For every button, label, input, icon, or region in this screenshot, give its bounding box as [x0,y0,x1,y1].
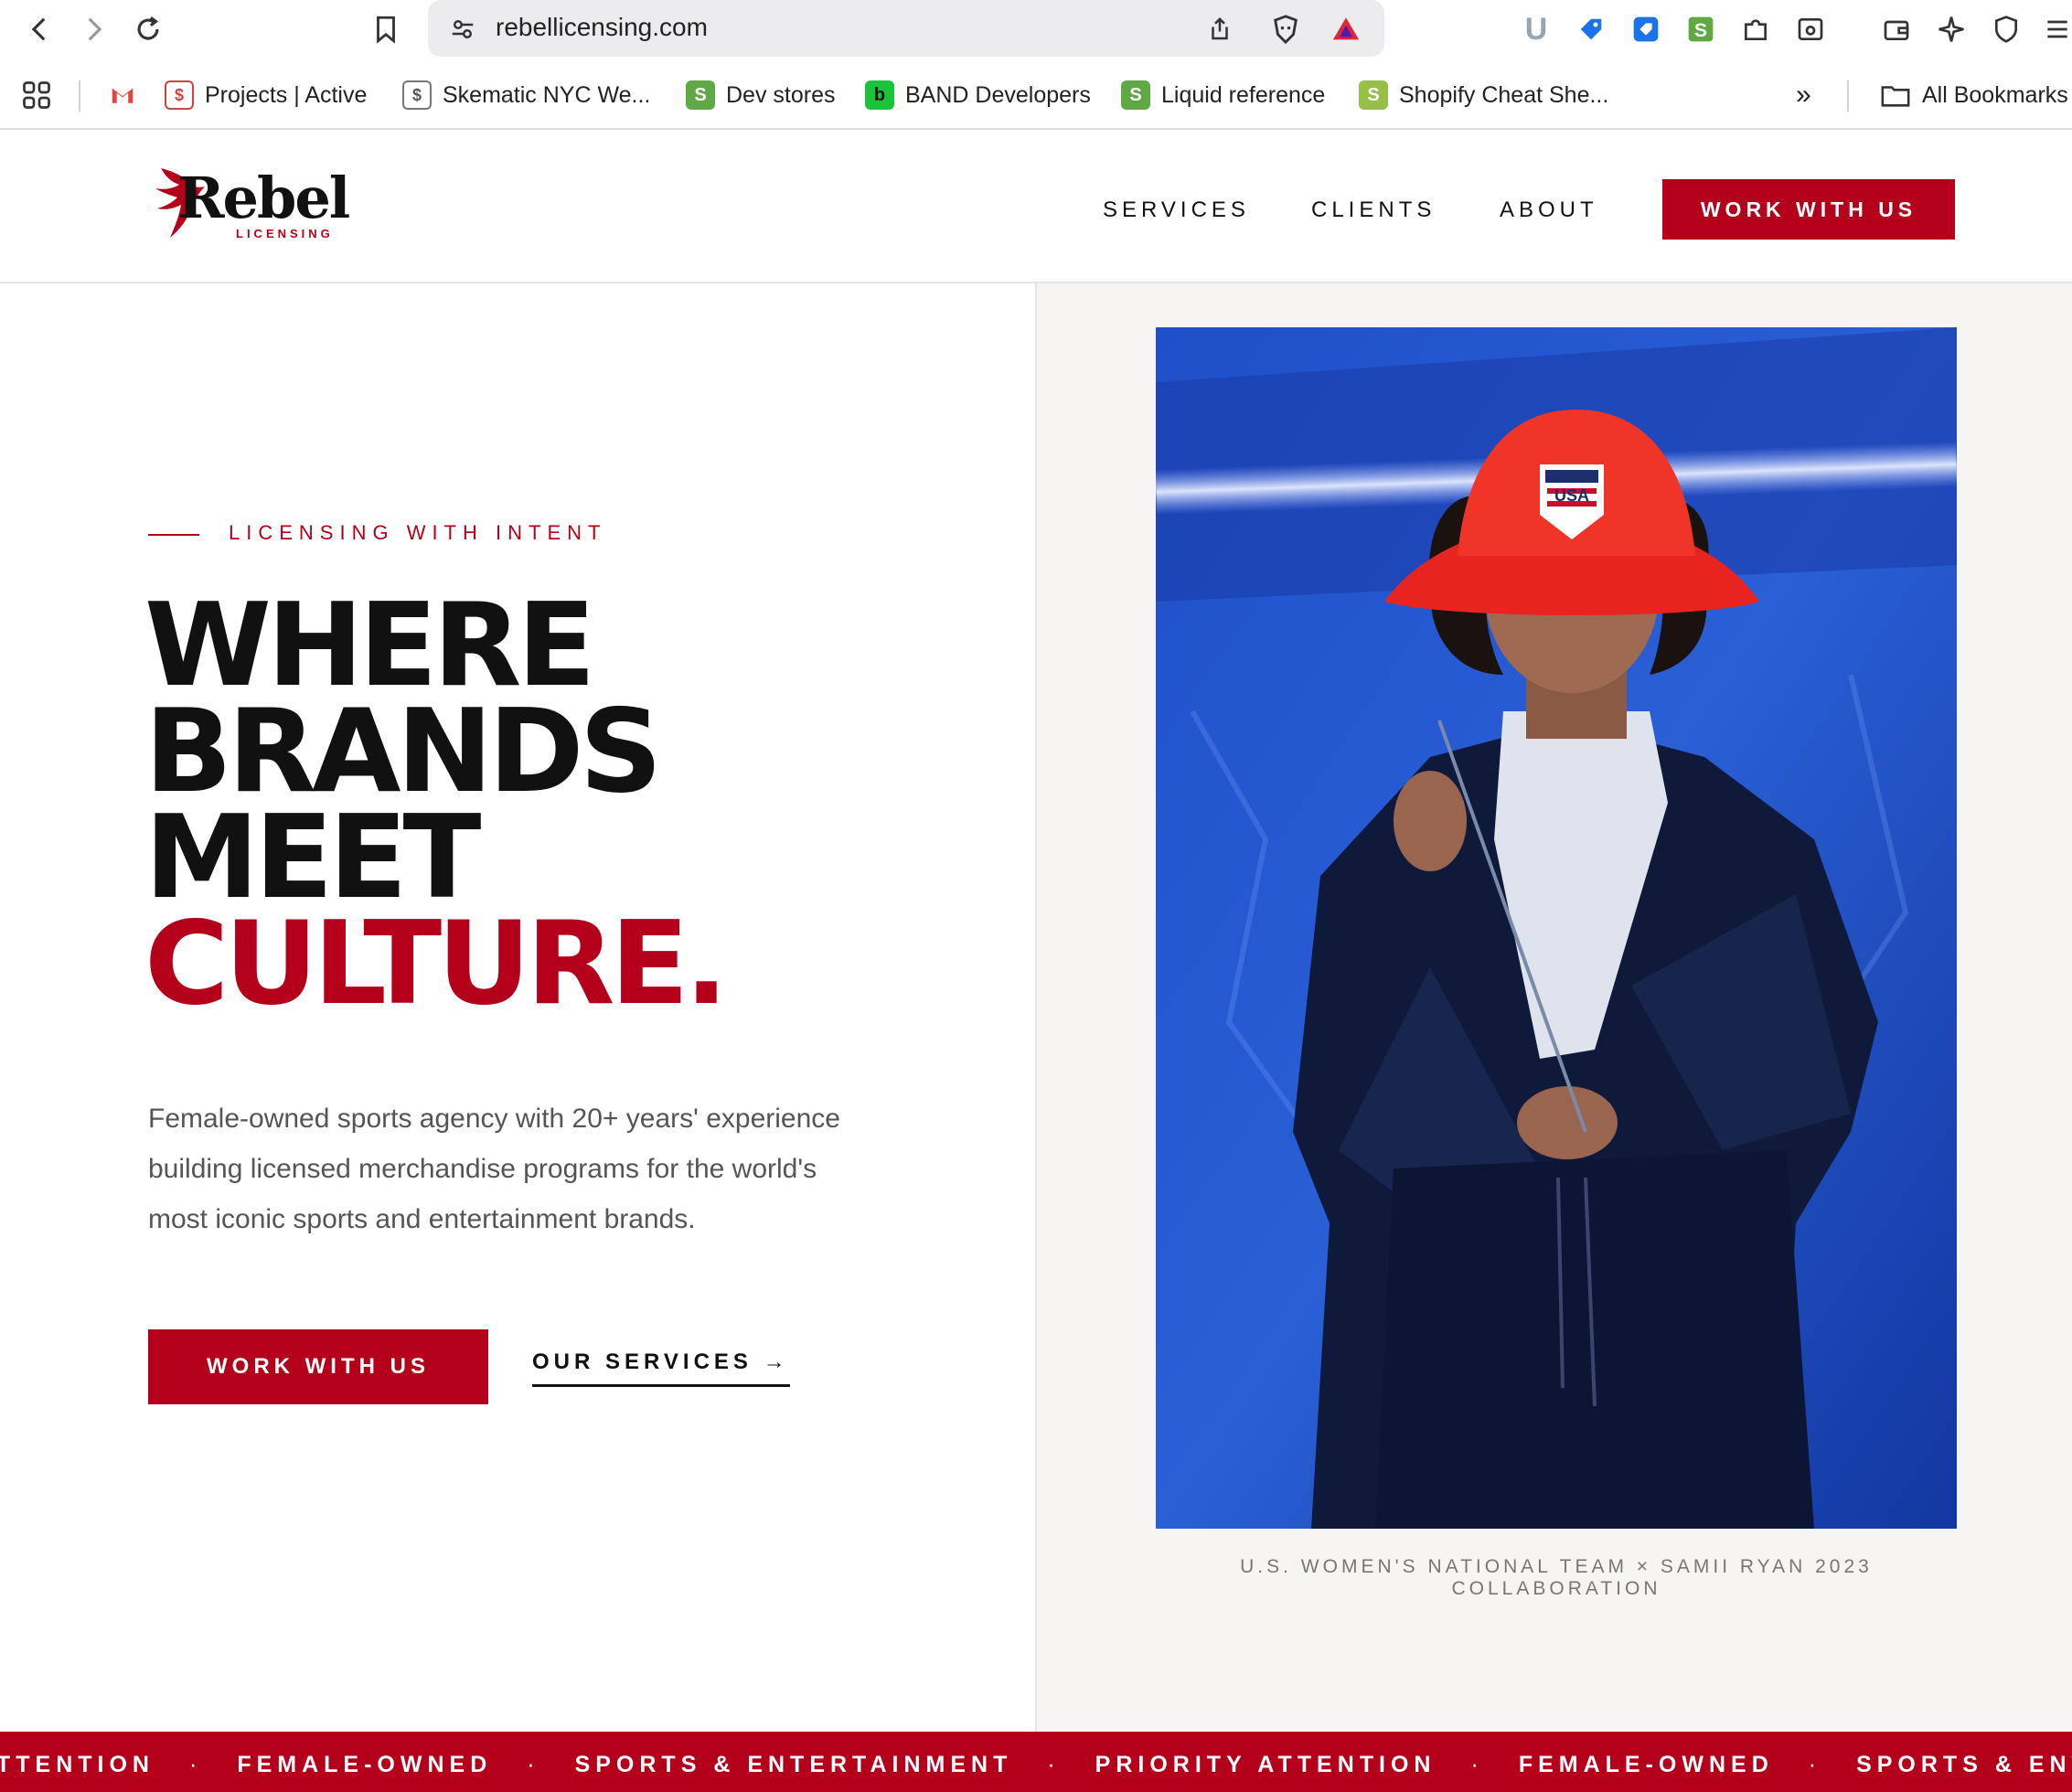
back-button[interactable] [18,7,62,51]
bookmark-projects-active[interactable]: $ Projects | Active [165,77,367,113]
hero-eyebrow: LICENSING WITH INTENT [229,521,607,544]
back-arrow-icon [31,17,46,41]
photo-caption: U.S. WOMEN'S NATIONAL TEAM × SAMII RYAN … [1156,1556,1957,1600]
ticker-separator: · [1470,1752,1484,1777]
shopify-favicon: S [1121,80,1150,110]
ticker-item: PRIORITY ATTENTION [1095,1752,1437,1777]
ticker-item: SPORTS & ENTE [1856,1752,2072,1777]
gmail-icon [108,80,137,110]
wallet-icon[interactable] [1878,11,1915,48]
browser-toolbar: rebellicensing.com U S [0,0,2072,60]
site-settings-icon[interactable] [444,11,481,48]
reader-mode-icon[interactable] [1792,11,1829,48]
ticker-track: TTENTION · FEMALE-OWNED · SPORTS & ENTERTAIN… [0,1752,2072,1778]
bookmark-label: Projects | Active [205,81,368,108]
hero-photo: USA [1156,327,1957,1529]
hero-description: Female-owned sports agency with 20+ year… [148,1104,840,1234]
bookmark-gmail[interactable] [108,77,148,113]
our-services-link[interactable]: OUR SERVICES → [532,1349,790,1387]
bookmark-label: BAND Developers [905,81,1091,108]
bookmark-liquid-reference[interactable]: S Liquid reference [1121,77,1325,113]
model-photo-illustration: USA [1156,327,1957,1529]
bookmark-label: Shopify Cheat She... [1399,81,1609,108]
nav-clients[interactable]: CLIENTS [1311,197,1436,223]
chevron-double-right-icon: » [1796,80,1811,110]
hero-image-panel: USA U.S. WOMEN'S NATIONAL TEAM × SAMII R… [1035,283,2072,1732]
more-bookmarks-button[interactable]: » [1796,77,1811,113]
hero-text-panel: LICENSING WITH INTENT WHERE BRANDS MEET … [0,283,1035,1732]
headline-accent: CULTURE. [144,896,728,1030]
shopify-favicon: S [1359,80,1388,110]
ticker-separator: · [189,1752,203,1777]
caption-line: COLLABORATION [1451,1578,1661,1599]
ticker-item: SPORTS & ENTERTAINMENT [574,1752,1013,1777]
all-bookmarks-button[interactable]: All Bookmarks [1880,77,2068,113]
projects-favicon: $ [165,80,194,110]
bookmarks-bar: $ Projects | Active $ Skematic NYC We...… [0,60,2072,130]
caption-line: U.S. WOMEN'S NATIONAL TEAM × SAMII RYAN … [1240,1556,1873,1577]
bookmark-page-button[interactable] [364,7,408,51]
extension-shopify-icon[interactable]: S [1682,11,1719,48]
ticker-separator: · [1808,1752,1822,1777]
url-text[interactable]: rebellicensing.com [496,13,708,42]
extensions-puzzle-icon[interactable] [1737,11,1774,48]
work-with-us-button[interactable]: WORK WITH US [148,1329,488,1404]
bookmarks-divider [1847,80,1849,112]
usa-crest-text: USA [1554,486,1589,505]
all-bookmarks-label: All Bookmarks [1922,81,2068,108]
ticker-separator: · [527,1752,540,1777]
ticker-item: FEMALE-OWNED [237,1752,493,1777]
extension-coupon-icon[interactable] [1628,11,1664,48]
headline-line: MEET [144,790,481,924]
vpn-icon[interactable] [1988,11,2024,48]
bookmark-dev-stores[interactable]: S Dev stores [686,77,835,113]
hero-headline: WHERE BRANDS MEET CULTURE. [144,578,728,1030]
menu-icon[interactable] [2039,11,2072,48]
headline-line: WHERE [144,578,596,712]
reload-button[interactable] [126,7,170,51]
skematic-favicon: $ [402,80,432,110]
bookmark-icon [377,16,395,44]
ticker-item: TTENTION [0,1752,155,1777]
reload-icon [137,16,159,40]
forward-arrow-icon [88,17,102,41]
bookmark-shopify-cheat-sheet[interactable]: S Shopify Cheat She... [1359,77,1608,113]
headline-line: BRANDS [144,684,662,818]
folder-icon [1880,80,1911,111]
logo-wordmark: Rebel [177,165,350,231]
brave-rewards-icon[interactable] [1328,11,1364,48]
bookmarks-divider [79,80,80,112]
leo-ai-icon[interactable] [1933,11,1970,48]
ticker-separator: · [1047,1752,1061,1777]
svg-text:S: S [1694,19,1707,41]
bookmark-skematic[interactable]: $ Skematic NYC We... [402,77,650,113]
bookmark-label: Liquid reference [1161,81,1326,108]
logo-subtitle: LICENSING [236,227,334,240]
share-icon[interactable] [1202,11,1238,48]
forward-button[interactable] [71,7,115,51]
apps-grid-icon[interactable] [20,77,53,113]
rebel-licensing-logo[interactable]: Rebel LICENSING [152,165,350,247]
nav-services[interactable]: SERVICES [1103,197,1250,223]
work-with-us-header-button[interactable]: WORK WITH US [1662,179,1955,240]
shopify-favicon: S [686,80,715,110]
ticker-item: FEMALE-OWNED [1518,1752,1774,1777]
marquee-ticker: TTENTION · FEMALE-OWNED · SPORTS & ENTERTAIN… [0,1732,2072,1792]
address-bar[interactable]: rebellicensing.com [428,0,1384,57]
bookmark-band-developers[interactable]: b BAND Developers [865,77,1091,113]
bookmark-label: Dev stores [726,81,836,108]
eyebrow-rule [148,534,199,536]
extension-u-icon[interactable]: U [1518,11,1554,48]
brave-shields-icon[interactable] [1267,11,1304,48]
extension-tag-icon[interactable] [1573,11,1609,48]
site-header: Rebel LICENSING SERVICES CLIENTS ABOUT W… [0,130,2072,283]
band-favicon: b [865,80,894,110]
nav-about[interactable]: ABOUT [1500,197,1598,223]
bookmark-label: Skematic NYC We... [443,81,651,108]
